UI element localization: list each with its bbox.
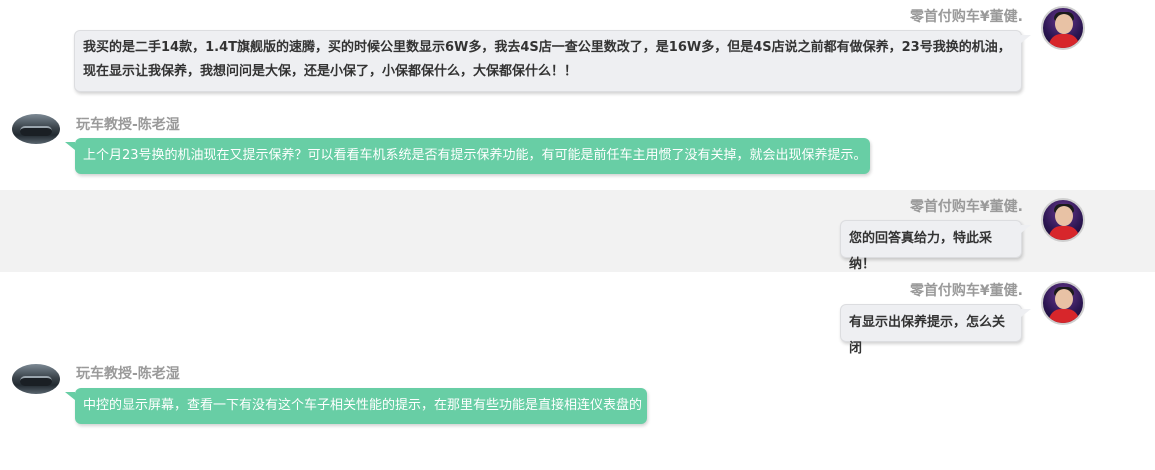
chat-thread: 零首付购车¥董健. 我买的是二手14款，1.4T旗舰版的速腾，买的时候公里数显示…: [0, 0, 1155, 470]
expert-avatar-icon[interactable]: [12, 114, 60, 144]
message-user-highlighted: 零首付购车¥董健. 您的回答真给力，特此采纳！: [0, 190, 1155, 272]
sender-name: 玩车教授-陈老湿: [76, 117, 180, 133]
message-user: 零首付购车¥董健. 我买的是二手14款，1.4T旗舰版的速腾，买的时候公里数显示…: [0, 0, 1155, 100]
message-bubble: 我买的是二手14款，1.4T旗舰版的速腾，买的时候公里数显示6W多，我去4S店一…: [74, 30, 1031, 92]
message-bubble: 您的回答真给力，特此采纳！: [840, 220, 1031, 272]
message-expert: 玩车教授-陈老湿 中控的显示屏幕，查看一下有没有这个车子相关性能的提示，在那里有…: [0, 350, 1155, 440]
expert-avatar-icon[interactable]: [12, 364, 60, 394]
message-bubble: 中控的显示屏幕，查看一下有没有这个车子相关性能的提示，在那里有些功能是直接相连仪…: [65, 388, 647, 424]
message-bubble: 上个月23号换的机油现在又提示保养？可以看看车机系统是否有提示保养功能，有可能是…: [65, 138, 870, 174]
user-avatar-icon[interactable]: [1041, 6, 1085, 50]
user-avatar-icon[interactable]: [1041, 198, 1085, 242]
sender-name: 零首付购车¥董健.: [909, 283, 1023, 299]
user-avatar-icon[interactable]: [1041, 281, 1085, 325]
sender-name: 玩车教授-陈老湿: [76, 366, 180, 382]
sender-name: 零首付购车¥董健.: [909, 199, 1023, 215]
message-bubble: 有显示出保养提示，怎么关闭: [840, 304, 1031, 356]
message-user: 零首付购车¥董健. 有显示出保养提示，怎么关闭: [0, 272, 1155, 356]
sender-name: 零首付购车¥董健.: [909, 9, 1023, 25]
message-expert: 玩车教授-陈老湿 上个月23号换的机油现在又提示保养？可以看看车机系统是否有提示…: [0, 100, 1155, 180]
